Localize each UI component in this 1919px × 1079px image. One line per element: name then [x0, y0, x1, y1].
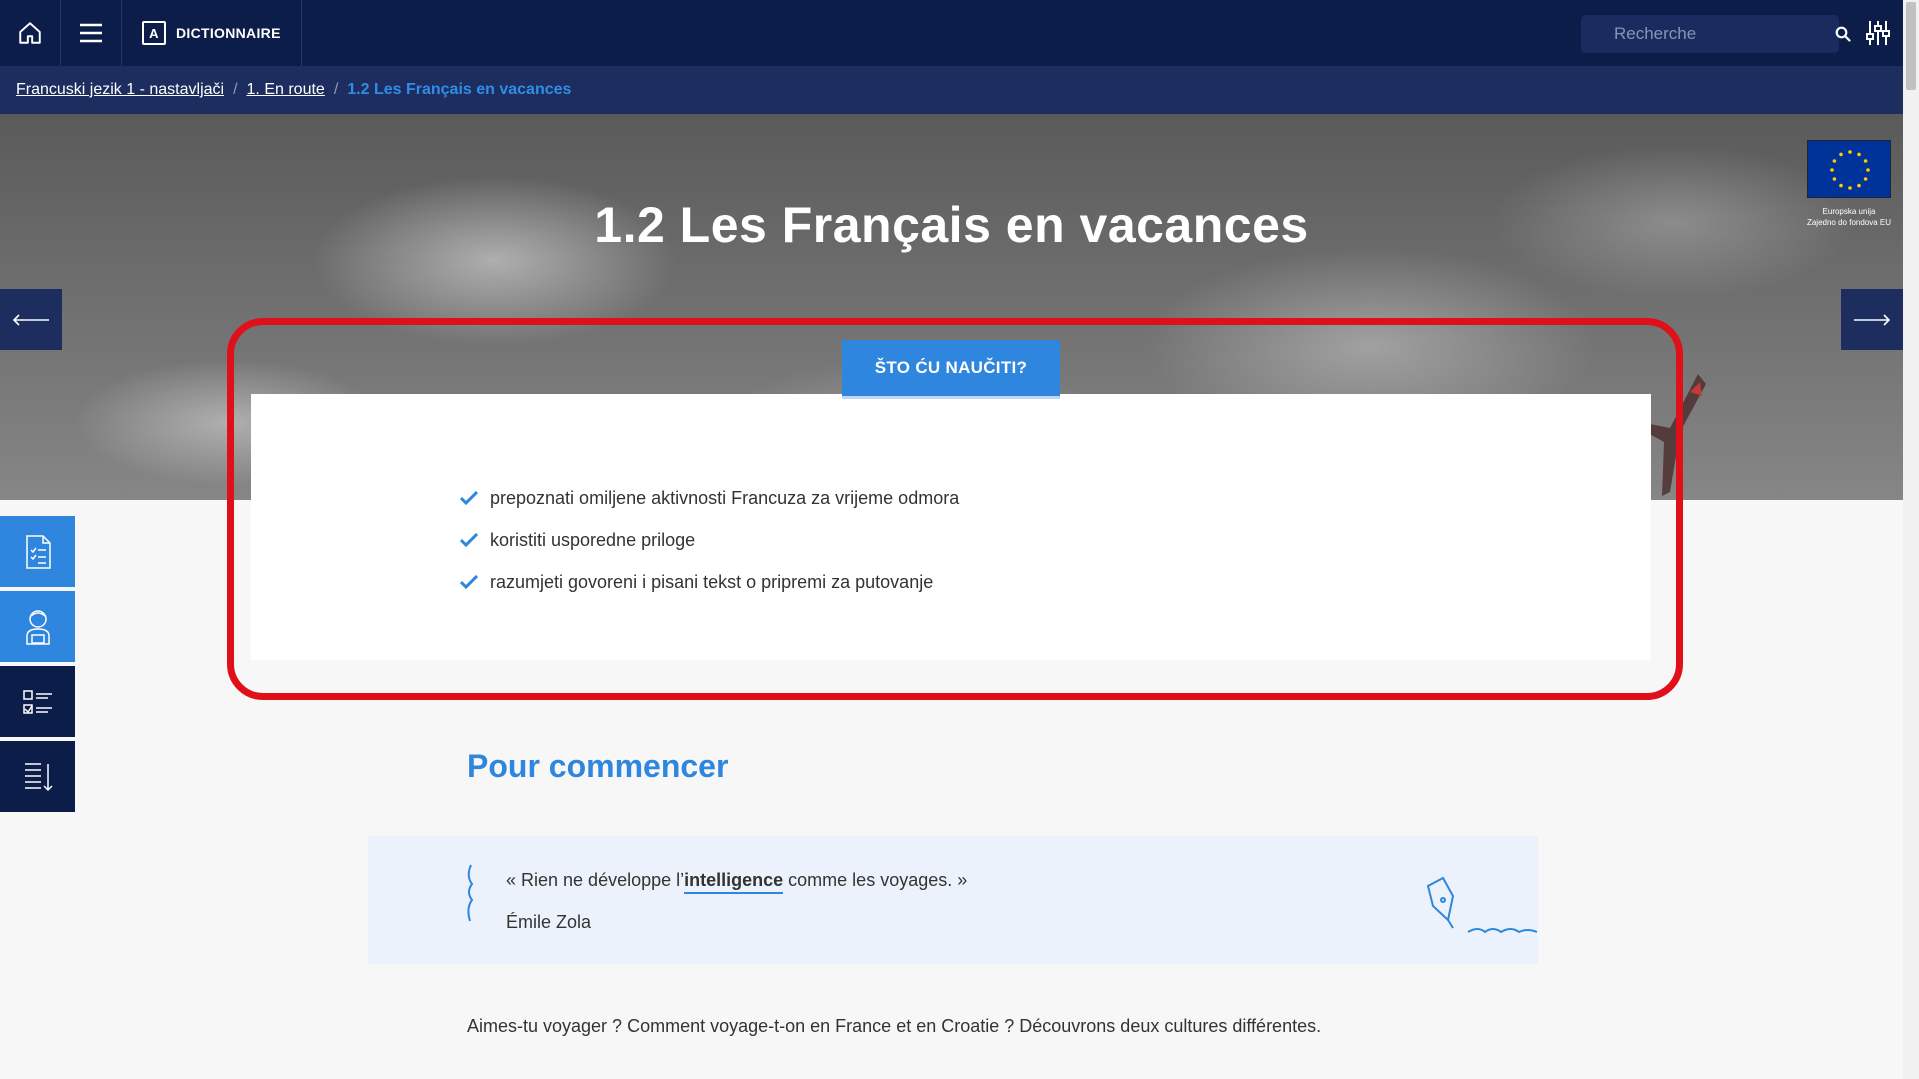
menu-button[interactable] — [61, 0, 122, 66]
tool-checklist-button[interactable] — [0, 666, 75, 737]
intro-paragraph: Aimes-tu voyager ? Comment voyage-t-on e… — [467, 1016, 1322, 1036]
student-icon — [25, 609, 50, 645]
list-item: koristiti usporedne priloge — [460, 519, 959, 561]
eu-logo: Europska unija Zajedno do fondova EU — [1805, 140, 1893, 228]
quote-mark-icon — [467, 864, 474, 922]
breadcrumb: Francuski jezik 1 - nastavljači / 1. En … — [0, 66, 1903, 114]
search-icon — [1835, 26, 1851, 42]
arrow-right-icon — [1854, 313, 1891, 326]
objective-text: razumjeti govoreni i pisani tekst o prip… — [490, 571, 934, 592]
side-toolbar — [0, 516, 75, 816]
checkmark-icon — [460, 575, 478, 589]
checkmark-icon — [460, 491, 478, 505]
objective-text: koristiti usporedne priloge — [490, 529, 696, 550]
next-page-button[interactable] — [1841, 289, 1903, 350]
breadcrumb-separator: / — [233, 81, 238, 98]
breadcrumb-separator: / — [333, 81, 339, 98]
sort-list-icon — [24, 762, 53, 791]
fountain-pen-icon — [1426, 876, 1538, 934]
glossary-term-link[interactable]: intelligence — [684, 870, 784, 894]
quote-author: Émile Zola — [506, 912, 592, 932]
list-item: razumjeti govoreni i pisani tekst o prip… — [460, 561, 959, 603]
list-item: prepoznati omiljene aktivnosti Francuza … — [460, 477, 959, 519]
checkmark-icon — [460, 533, 478, 547]
learning-objectives-button[interactable]: ŠTO ĆU NAUČITI? — [842, 340, 1060, 399]
quote-box: « Rien ne développe l’intelligence comme… — [368, 836, 1538, 964]
learning-objectives-list: prepoznati omiljene aktivnosti Francuza … — [460, 477, 959, 603]
checklist-icon — [22, 689, 52, 714]
dictionary-label: DICTIONNAIRE — [176, 25, 281, 41]
home-icon — [19, 22, 41, 44]
sliders-icon — [1865, 21, 1890, 45]
dictionary-icon: A — [142, 21, 166, 45]
search-input[interactable] — [1581, 24, 1835, 44]
hamburger-menu-icon — [80, 23, 102, 43]
home-button[interactable] — [0, 0, 61, 66]
section-title: Pour commencer — [467, 748, 729, 784]
eu-logo-text: Europska unija Zajedno do fondova EU — [1806, 207, 1892, 227]
arrow-left-icon — [12, 313, 49, 326]
eu-flag-icon — [1807, 140, 1891, 198]
previous-page-button[interactable] — [0, 289, 62, 350]
objective-text: prepoznati omiljene aktivnosti Francuza … — [490, 487, 960, 508]
breadcrumb-unit-link[interactable]: 1. En route — [247, 81, 325, 99]
document-checklist-icon — [25, 534, 51, 569]
page-scrollbar[interactable] — [1903, 0, 1919, 1079]
search-button[interactable] — [1835, 26, 1851, 42]
breadcrumb-course-link[interactable]: Francuski jezik 1 - nastavljači — [16, 81, 224, 99]
quote-text: « Rien ne développe l’intelligence comme… — [506, 870, 967, 894]
scrollbar-thumb[interactable] — [1906, 2, 1916, 90]
tool-document-button[interactable] — [0, 516, 75, 587]
dictionary-button[interactable]: A DICTIONNAIRE — [122, 0, 302, 66]
tool-sort-button[interactable] — [0, 741, 75, 812]
settings-button[interactable] — [1852, 0, 1903, 66]
page-title: 1.2 Les Français en vacances — [594, 197, 1309, 253]
tool-student-button[interactable] — [0, 591, 75, 662]
search-box — [1581, 15, 1851, 53]
breadcrumb-current: 1.2 Les Français en vacances — [347, 81, 572, 98]
